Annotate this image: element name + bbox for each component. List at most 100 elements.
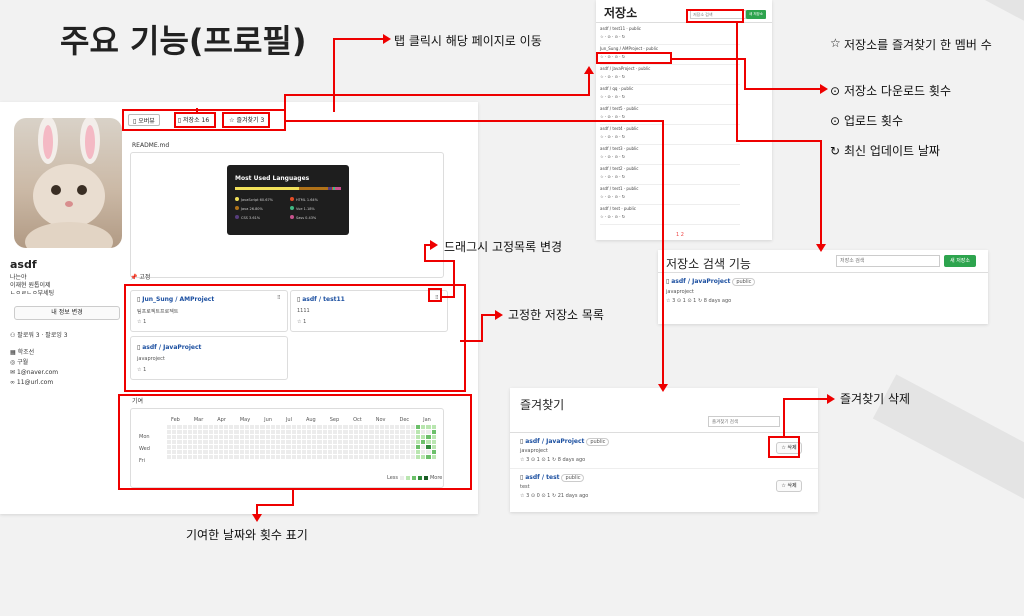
repo-row[interactable]: asdf / test3 · public ☆ · ⊙ · ⊙ · ↻: [600, 146, 740, 165]
repo-row[interactable]: asdf / test5 · public ☆ · ⊙ · ⊙ · ↻: [600, 106, 740, 125]
connector: [481, 314, 483, 342]
readme-filename: README.md: [132, 142, 170, 149]
repo-search-input[interactable]: [836, 255, 940, 267]
lang-segment: [334, 187, 341, 190]
connector: [333, 38, 335, 112]
edit-profile-button[interactable]: 내 정보 변경: [14, 306, 120, 320]
repo-meta-highlight: [596, 52, 672, 64]
language-dot: [290, 206, 294, 210]
profile-name: asdf: [10, 258, 37, 271]
org-text: 학조선: [17, 349, 35, 356]
connector: [783, 398, 785, 436]
repo-search-panel: 저장소 검색 기능 새 저장소 ▯ asdf / JavaProject pub…: [658, 250, 988, 324]
connector: [284, 94, 588, 96]
pin-icon: 📌: [130, 274, 138, 281]
bio-line: ㄴㅇㄹㄴㅇ부세팅: [10, 290, 55, 297]
feature-item: ⊙ 저장소 다운로드 횟수: [830, 82, 951, 99]
fav-desc: test: [520, 484, 530, 490]
fav-meta: ☆ 3 ⊙ 0 ⊙ 1 ↻ 21 days ago: [520, 493, 589, 499]
contrib-highlight: [118, 394, 472, 490]
arrow: [816, 244, 826, 252]
visibility-badge: public: [561, 474, 585, 482]
repo-row[interactable]: asdf / test2 · public ☆ · ⊙ · ⊙ · ↻: [600, 166, 740, 185]
favorites-search-input[interactable]: [708, 416, 780, 427]
repo-row[interactable]: asdf / test · public ☆ · ⊙ · ⊙ · ↻: [600, 206, 740, 225]
mail-icon: ✉: [10, 369, 17, 376]
fav-title[interactable]: asdf / JavaProject: [525, 438, 584, 445]
arrow: [584, 66, 594, 74]
pinned-label: 고정: [139, 274, 151, 281]
repo-title[interactable]: asdf / JavaProject: [671, 278, 730, 285]
repo-row-title[interactable]: asdf / test1 · public: [600, 186, 740, 191]
callout-pinned: 고정한 저장소 목록: [508, 308, 604, 322]
feature-text: 저장소를 즐겨찾기 한 멤버 수: [844, 38, 992, 52]
arrow: [658, 384, 668, 392]
repo-row[interactable]: asdf / test1 · public ☆ · ⊙ · ⊙ · ↻: [600, 186, 740, 205]
new-repo-button[interactable]: 새 저장소: [944, 255, 976, 267]
email-text[interactable]: 1@naver.com: [17, 369, 58, 376]
link-row: ∞ 11@url.com: [10, 378, 58, 388]
download-icon: ⊙: [830, 84, 841, 98]
fav-delete-highlight: [768, 436, 800, 458]
feature-text: 최신 업데이트 날짜: [844, 144, 940, 158]
languages-card: Most Used Languages JavaScript 60.67% HTM…: [227, 165, 349, 235]
language-dot: [235, 197, 239, 201]
connector: [460, 340, 482, 342]
language-name: CSS 3.61%: [241, 216, 261, 220]
fav-delete-button[interactable]: ☆ 삭제: [776, 480, 802, 492]
language-entry: JavaScript 60.67%: [235, 197, 290, 202]
repo-row-meta: ☆ · ⊙ · ⊙ · ↻: [600, 174, 626, 179]
arrow: [383, 34, 391, 44]
org-row: ▦ 학조선: [10, 348, 58, 358]
repo-search-highlight: [686, 9, 744, 23]
visibility-badge: public: [732, 278, 756, 286]
connector: [196, 108, 198, 112]
language-name: Sass 0.43%: [296, 216, 317, 220]
new-repo-button[interactable]: 새 저장소: [746, 10, 766, 19]
feature-text: 업로드 횟수: [844, 114, 904, 128]
arrow: [495, 310, 503, 320]
bio-line: 이재현 원톱이제: [10, 282, 51, 289]
connector: [424, 244, 426, 262]
arrow: [820, 84, 828, 94]
repo-row-title[interactable]: asdf / test2 · public: [600, 166, 740, 171]
languages-title: Most Used Languages: [235, 175, 310, 182]
repo-row-title[interactable]: asdf / test · public: [600, 206, 740, 211]
repo-search-title: 저장소 검색 기능: [666, 257, 751, 271]
repo-row-title[interactable]: asdf / test3 · public: [600, 146, 740, 151]
language-entry: Vue 1.18%: [290, 206, 345, 211]
repo-row-meta: ☆ · ⊙ · ⊙ · ↻: [600, 154, 626, 159]
feature-item: ☆ 저장소를 즐겨찾기 한 멤버 수: [830, 36, 994, 53]
repo-row-title[interactable]: Jun_Sung / AMProject · public: [600, 46, 740, 51]
star-icon: ☆: [830, 36, 841, 50]
language-name: JavaScript 60.67%: [241, 198, 274, 202]
connector: [284, 94, 286, 112]
profile-bio: 나는야 이재현 원톱이제 ㄴㅇㄹㄴㅇ부세팅: [10, 274, 54, 298]
fav-title[interactable]: asdf / test: [525, 474, 559, 481]
language-name: HTML 1.64%: [296, 198, 318, 202]
repo-row[interactable]: asdf / qq · public ☆ · ⊙ · ⊙ · ↻: [600, 86, 740, 105]
pinned-header: 📌 고정: [130, 272, 150, 281]
repo-row-title[interactable]: asdf / test5 · public: [600, 106, 740, 111]
repo-row[interactable]: asdf / JavaProject · public ☆ · ⊙ · ⊙ · ↻: [600, 66, 740, 85]
background-stripe: [872, 374, 1024, 616]
readme-box: Most Used Languages JavaScript 60.67% HTM…: [130, 152, 444, 278]
repo-row-title[interactable]: asdf / test4 · public: [600, 126, 740, 131]
feature-item: ⊙ 업로드 횟수: [830, 112, 903, 129]
connector: [783, 398, 827, 400]
repo-row-title[interactable]: asdf / qq · public: [600, 86, 740, 91]
repo-row-title[interactable]: asdf / test11 · public: [600, 26, 740, 31]
repo-row[interactable]: asdf / test4 · public ☆ · ⊙ · ⊙ · ↻: [600, 126, 740, 145]
pagination[interactable]: 1 2: [676, 232, 684, 238]
language-name: Java 26.80%: [241, 207, 263, 211]
callout-fav-delete: 즐겨찾기 삭제: [840, 392, 911, 406]
connector: [424, 260, 454, 262]
connector: [284, 120, 664, 122]
repo-row[interactable]: asdf / test11 · public ☆ · ⊙ · ⊙ · ↻: [600, 26, 740, 45]
fav-tab-highlight: [222, 112, 270, 128]
divider: [510, 468, 818, 469]
favorites-title: 즐겨찾기: [520, 398, 565, 412]
link-text[interactable]: 11@url.com: [17, 379, 53, 386]
language-entry: CSS 3.61%: [235, 215, 290, 220]
repo-row-title[interactable]: asdf / JavaProject · public: [600, 66, 740, 71]
